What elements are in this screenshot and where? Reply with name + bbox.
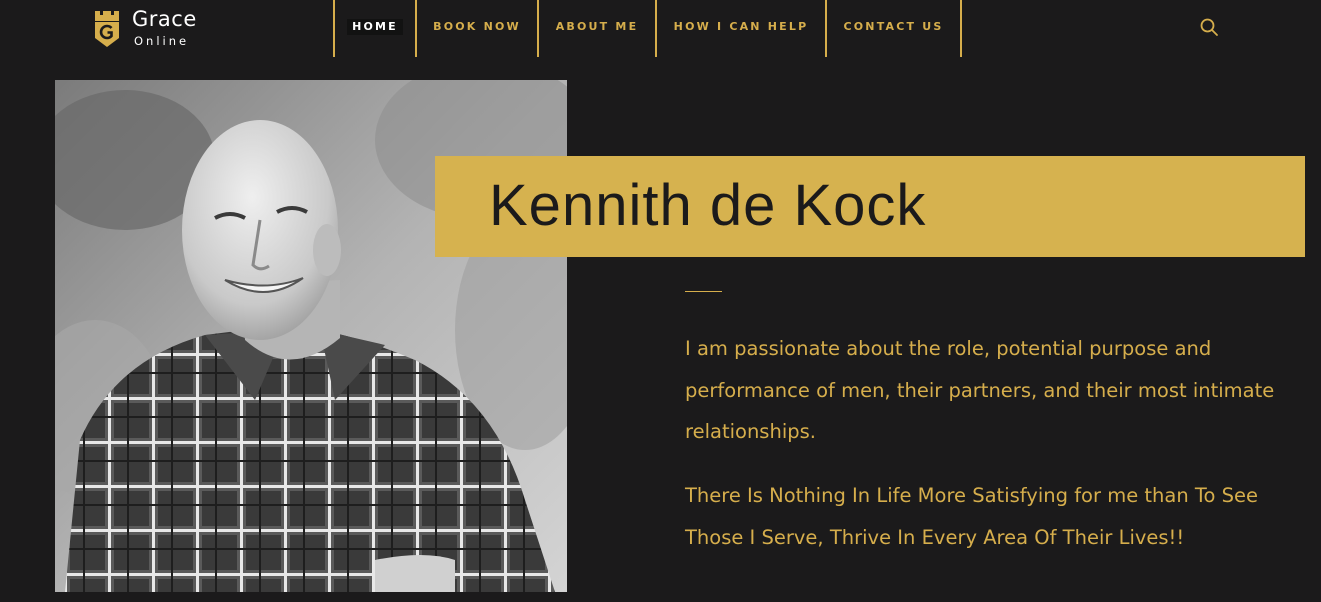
bio-paragraph-2: There Is Nothing In Life More Satisfying… xyxy=(685,484,1259,549)
nav-item-home[interactable]: HOME xyxy=(333,0,415,57)
logo-name: Grace xyxy=(132,7,197,31)
nav-item-label: HOME xyxy=(347,19,403,35)
nav-item-contact-us[interactable]: CONTACT US xyxy=(825,0,962,57)
nav-item-label: HOW I CAN HELP xyxy=(673,20,809,33)
castle-g-icon xyxy=(95,11,119,47)
divider xyxy=(685,291,722,292)
logo-subtitle: Online xyxy=(134,34,190,48)
page-title: Kennith de Kock xyxy=(489,173,927,238)
site-logo[interactable]: Grace Online xyxy=(92,6,212,50)
nav-item-about-me[interactable]: ABOUT ME xyxy=(537,0,655,57)
nav-item-book-now[interactable]: BOOK NOW xyxy=(415,0,537,57)
nav-item-label: CONTACT US xyxy=(843,20,944,33)
nav-item-label: ABOUT ME xyxy=(555,20,639,33)
name-banner: Kennith de Kock xyxy=(435,156,1305,257)
main-nav: HOME BOOK NOW ABOUT ME HOW I CAN HELP CO… xyxy=(333,0,962,57)
search-icon[interactable] xyxy=(1199,17,1219,37)
bio-paragraph-1: I am passionate about the role, potentia… xyxy=(685,337,1275,443)
nav-item-how-i-can-help[interactable]: HOW I CAN HELP xyxy=(655,0,825,57)
nav-item-label: BOOK NOW xyxy=(433,20,521,33)
